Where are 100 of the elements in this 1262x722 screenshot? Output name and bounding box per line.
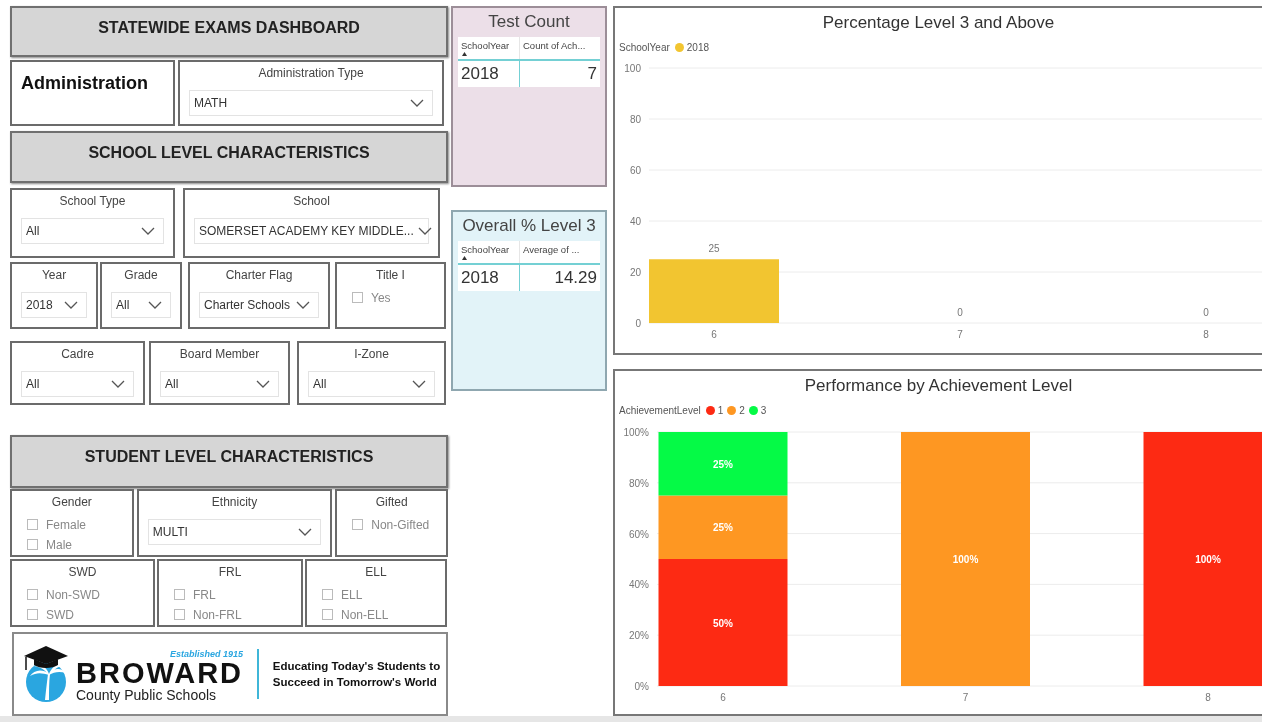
data-label: 25 [708,243,720,255]
checkbox[interactable] [27,519,38,530]
column-header[interactable]: Count of Ach... [520,36,600,59]
checkbox-label[interactable]: FRL [193,585,216,604]
chevron-down-icon [412,380,426,388]
legend-title: SchoolYear [619,40,670,55]
legend-label: 2018 [686,40,710,55]
axis-tick-label: 100 [624,63,641,74]
dropdown[interactable]: All [21,218,164,244]
filter-label: SWD [67,564,98,581]
checkbox-label[interactable]: Non-Gifted [371,515,430,534]
filter-label: Title I [375,267,406,284]
tagline-text: Educating Today's Students to Succeed in Tomorrow's World [272,659,442,690]
data-label: 0 [1203,307,1209,318]
data-label: 50% [713,617,733,629]
filter-label: Gender [50,494,93,511]
chevron-down-icon [64,301,78,309]
data-label: 0 [957,307,963,318]
checkbox-label[interactable]: Non-ELL [341,605,389,624]
filter-label: Administration Type [257,65,365,82]
filter-label: School Type [58,193,127,210]
axis-tick-label: 20% [629,630,649,642]
chevron-down-icon [298,528,313,536]
axis-tick-label: 7 [957,329,963,340]
checkbox-label[interactable]: Non-SWD [46,585,100,604]
checkbox[interactable] [352,519,364,530]
card-title: Test Count [487,11,571,33]
axis-tick-label: 8 [1205,692,1211,703]
dropdown[interactable]: All [160,371,279,397]
column-header[interactable]: SchoolYear [458,240,520,263]
axis-tick-label: 0 [635,318,641,329]
filter-label: Grade [123,267,159,284]
chevron-down-icon [141,227,155,235]
data-label: 100% [1195,554,1221,565]
checkbox[interactable] [322,609,333,620]
checkbox-label[interactable]: Non-FRL [193,605,242,624]
axis-tick-label: 20 [629,267,641,278]
checkbox[interactable] [174,589,185,600]
table-cell: 2018 [458,264,520,291]
section-title: STUDENT LEVEL CHARACTERISTICS [84,448,374,465]
axis-tick-label: 100% [623,427,649,438]
dropdown[interactable]: Charter Schools [199,292,319,318]
axis-tick-label: 0% [634,681,649,692]
chevron-down-icon [410,99,424,107]
checkbox[interactable] [27,589,38,600]
data-label: 25% [713,522,733,534]
chevron-down-icon [111,380,125,388]
checkbox[interactable] [174,609,185,620]
filter-heading: Administration [20,72,149,95]
filter-label: I-Zone [353,346,390,363]
chevron-down-icon [417,227,432,235]
filter-label: Ethnicity [210,494,259,511]
dropdown[interactable]: All [308,371,435,397]
checkbox[interactable] [27,539,38,550]
filter-label: Board Member [178,346,261,363]
sort-icon [462,51,467,56]
checkbox-label[interactable]: Yes [371,288,391,307]
logo-subtitle: County Public Schools [76,688,218,702]
filter-label: School [292,193,331,210]
dropdown[interactable]: SOMERSET ACADEMY KEY MIDDLE... [194,218,429,244]
checkbox-label[interactable]: Female [46,515,86,534]
axis-tick-label: 6 [711,329,717,340]
section-title: SCHOOL LEVEL CHARACTERISTICS [88,144,370,161]
axis-tick-label: 80% [629,477,649,489]
dropdown[interactable]: MULTI [147,519,322,545]
table-cell-text: 14.29 [553,266,598,289]
dropdown[interactable]: All [21,371,134,397]
dropdown[interactable]: MATH [189,90,433,116]
axis-tick-label: 60% [629,528,649,540]
axis-tick-label: 6 [720,692,726,703]
checkbox[interactable] [322,589,333,600]
filter-label: FRL [217,564,243,581]
dropdown[interactable]: All [111,292,171,318]
filter-label: Year [40,267,68,284]
checkbox[interactable] [352,292,363,303]
column-header[interactable]: SchoolYear [458,36,520,59]
legend-label: 1 [717,403,724,418]
filter-label: ELL [364,564,388,581]
axis-tick-label: 7 [962,692,969,703]
dropdown[interactable]: 2018 [21,292,87,318]
logo-name: BROWARD [76,659,244,688]
table-cell: 2018 [458,60,520,87]
section-title: STATEWIDE EXAMS DASHBOARD [98,19,360,36]
legend-label: 3 [760,403,767,418]
legend-label: 2 [739,403,745,418]
data-label: 100% [952,554,979,565]
column-header[interactable]: Average of ... [520,240,600,263]
chart-title: Percentage Level 3 and Above [821,12,1056,34]
sort-icon [462,255,467,260]
chevron-down-icon [256,380,270,388]
filter-label: Gifted [374,494,409,511]
checkbox[interactable] [27,609,38,620]
axis-tick-label: 8 [1203,329,1209,340]
chart-title: Performance by Achievement Level [803,375,1074,397]
checkbox-label[interactable]: SWD [46,605,74,624]
checkbox-label[interactable]: Male [46,535,72,554]
chevron-down-icon [296,301,310,309]
checkbox-label[interactable]: ELL [341,585,363,604]
data-label: 25% [713,458,733,470]
chevron-down-icon [148,301,162,309]
